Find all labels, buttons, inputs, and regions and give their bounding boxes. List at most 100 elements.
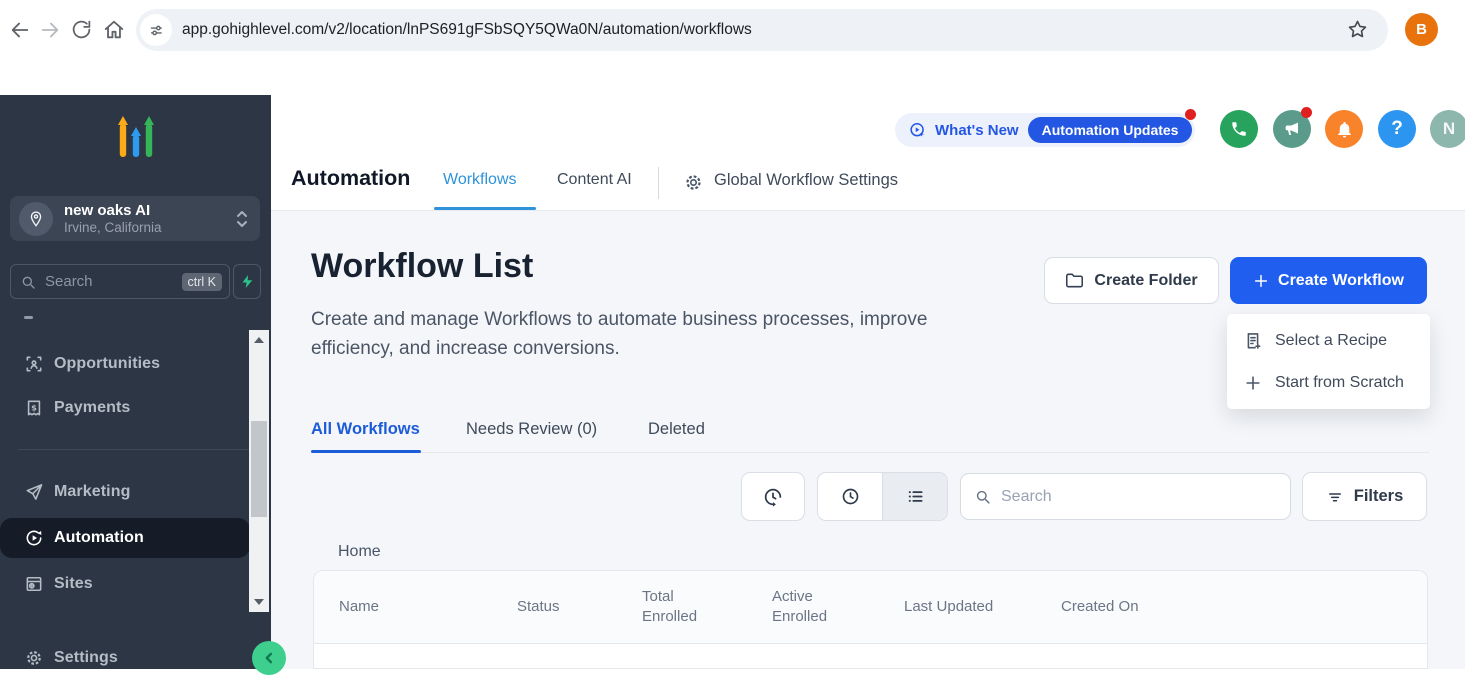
gear-icon bbox=[24, 648, 44, 668]
table-header-row: Name Status Total Enrolled Active Enroll… bbox=[314, 571, 1427, 644]
history-clock-icon bbox=[762, 486, 784, 508]
sidebar-search-input[interactable] bbox=[43, 272, 182, 291]
filters-label: Filters bbox=[1354, 487, 1404, 506]
whats-new-label[interactable]: What's New bbox=[935, 122, 1019, 139]
sidebar-item-label: Opportunities bbox=[54, 355, 160, 373]
menu-item-start-from-scratch[interactable]: Start from Scratch bbox=[1227, 362, 1430, 404]
browser-toolbar: app.gohighlevel.com/v2/location/lnPS691g… bbox=[0, 0, 1465, 60]
quick-actions-button[interactable] bbox=[233, 264, 261, 299]
megaphone-icon bbox=[1283, 120, 1301, 138]
clipped-menu-icon bbox=[24, 316, 33, 319]
scrollbar-thumb[interactable] bbox=[251, 421, 267, 517]
search-icon bbox=[974, 488, 991, 505]
account-switcher[interactable]: new oaks AI Irvine, California bbox=[10, 196, 260, 241]
sidebar-item-label: Settings bbox=[54, 649, 118, 667]
lightning-bolt-icon bbox=[240, 273, 255, 290]
workflow-search[interactable] bbox=[960, 473, 1291, 520]
scroll-down-arrow[interactable] bbox=[254, 599, 264, 605]
recipe-icon bbox=[1243, 331, 1263, 351]
create-folder-button[interactable]: Create Folder bbox=[1044, 257, 1219, 304]
location-pin-icon bbox=[19, 202, 53, 236]
payments-icon: $ bbox=[24, 398, 44, 418]
tab-content-ai[interactable]: Content AI bbox=[557, 171, 632, 189]
reload-icon[interactable] bbox=[71, 19, 92, 40]
workflow-search-input[interactable] bbox=[999, 487, 1290, 507]
gear-icon bbox=[683, 172, 704, 193]
sidebar-item-label: Sites bbox=[54, 575, 93, 593]
sidebar-search[interactable]: ctrl K bbox=[10, 264, 230, 299]
sidebar-item-settings[interactable]: Settings bbox=[0, 638, 250, 678]
screen: { "browser": { "url": "app.gohighlevel.c… bbox=[0, 0, 1465, 669]
header-divider bbox=[658, 167, 659, 199]
address-bar[interactable]: app.gohighlevel.com/v2/location/lnPS691g… bbox=[136, 9, 1388, 51]
filters-button[interactable]: Filters bbox=[1302, 472, 1427, 521]
sidebar-item-payments[interactable]: $ Payments bbox=[0, 388, 250, 428]
tab-deleted[interactable]: Deleted bbox=[648, 420, 705, 439]
browser-profile-avatar[interactable]: B bbox=[1405, 13, 1438, 46]
sidebar-item-automation[interactable]: Automation bbox=[0, 518, 250, 558]
automation-icon bbox=[24, 528, 44, 548]
menu-item-label: Select a Recipe bbox=[1275, 332, 1387, 350]
time-view-button[interactable] bbox=[818, 473, 882, 520]
section-subtitle-line2: efficiency, and increase conversions. bbox=[311, 334, 620, 363]
sites-icon bbox=[24, 574, 44, 594]
active-tab-underline bbox=[434, 207, 536, 210]
create-folder-label: Create Folder bbox=[1094, 272, 1197, 290]
folder-icon bbox=[1065, 272, 1084, 289]
breadcrumb[interactable]: Home bbox=[338, 543, 381, 561]
page-header: Automation Workflows Content AI Global W… bbox=[271, 95, 1465, 211]
sidebar-item-label: Marketing bbox=[54, 483, 130, 501]
tab-workflows[interactable]: Workflows bbox=[443, 171, 517, 189]
scroll-up-arrow[interactable] bbox=[254, 337, 264, 343]
account-name: new oaks AI bbox=[64, 202, 162, 220]
sidebar-collapse-button[interactable] bbox=[252, 641, 286, 675]
notification-dot bbox=[1185, 109, 1196, 120]
search-icon bbox=[20, 274, 36, 290]
enrollment-history-button[interactable] bbox=[741, 472, 805, 521]
account-location: Irvine, California bbox=[64, 220, 162, 236]
shortcut-badge: ctrl K bbox=[182, 273, 222, 291]
sidebar-scrollbar[interactable] bbox=[249, 330, 269, 612]
clock-icon bbox=[840, 486, 861, 507]
whats-new-pill[interactable]: What's New Automation Updates bbox=[895, 113, 1195, 147]
section-title: Workflow List bbox=[311, 247, 533, 286]
automation-updates-badge[interactable]: Automation Updates bbox=[1028, 117, 1193, 143]
help-button[interactable]: ? bbox=[1378, 110, 1416, 148]
notification-dot bbox=[1301, 107, 1312, 118]
whats-new-icon bbox=[908, 121, 927, 140]
sidebar: new oaks AI Irvine, California ctrl K Op… bbox=[0, 95, 271, 669]
tab-needs-review[interactable]: Needs Review (0) bbox=[466, 420, 597, 439]
global-workflow-settings-link[interactable]: Global Workflow Settings bbox=[714, 171, 898, 190]
plus-icon bbox=[1243, 373, 1263, 393]
home-icon[interactable] bbox=[103, 19, 125, 41]
phone-button[interactable] bbox=[1220, 110, 1258, 148]
tab-all-workflows[interactable]: All Workflows bbox=[311, 420, 420, 439]
sidebar-item-marketing[interactable]: Marketing bbox=[0, 472, 250, 512]
menu-item-select-recipe[interactable]: Select a Recipe bbox=[1227, 320, 1430, 362]
column-header-status: Status bbox=[517, 571, 560, 643]
notifications-button[interactable] bbox=[1325, 110, 1363, 148]
sidebar-item-opportunities[interactable]: Opportunities bbox=[0, 344, 250, 384]
create-workflow-button[interactable]: Create Workflow bbox=[1230, 257, 1427, 304]
column-header-total-enrolled: Total Enrolled bbox=[642, 571, 714, 643]
user-avatar[interactable]: N bbox=[1430, 110, 1465, 148]
column-header-name: Name bbox=[339, 571, 379, 643]
view-toggle bbox=[817, 472, 948, 521]
list-view-button[interactable] bbox=[882, 473, 947, 520]
page-title: Automation bbox=[291, 166, 410, 191]
plus-icon bbox=[1253, 273, 1269, 289]
site-settings-icon[interactable] bbox=[140, 14, 172, 46]
back-icon[interactable] bbox=[9, 19, 31, 41]
announcements-button[interactable] bbox=[1273, 110, 1311, 148]
column-header-last-updated: Last Updated bbox=[904, 571, 993, 643]
question-mark-icon: ? bbox=[1391, 118, 1403, 140]
sidebar-item-sites[interactable]: Sites bbox=[0, 564, 250, 604]
sidebar-divider bbox=[18, 449, 252, 450]
svg-text:$: $ bbox=[31, 402, 37, 412]
bookmarks-bar: All Bookmarks bbox=[0, 60, 1465, 96]
tabs-border bbox=[311, 452, 1429, 453]
url-text: app.gohighlevel.com/v2/location/lnPS691g… bbox=[182, 9, 752, 51]
bookmark-star-icon[interactable] bbox=[1346, 18, 1369, 41]
forward-icon[interactable] bbox=[39, 19, 61, 41]
gohighlevel-logo bbox=[105, 112, 167, 172]
